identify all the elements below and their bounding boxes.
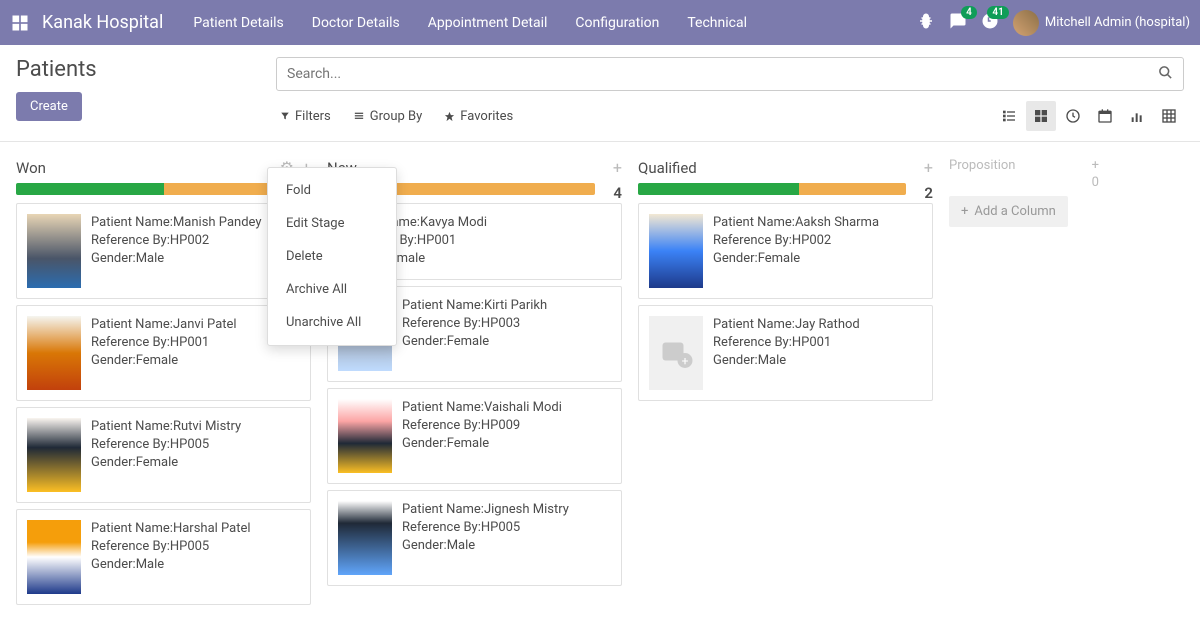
svg-text:+: + xyxy=(682,354,689,368)
column-count: 4 xyxy=(613,184,622,202)
view-kanban-icon[interactable] xyxy=(1026,101,1056,131)
patient-thumb xyxy=(27,214,81,288)
patient-thumb xyxy=(27,520,81,594)
card-info: Patient Name:Kirti ParikhReference By:HP… xyxy=(402,297,547,371)
menu-fold[interactable]: Fold xyxy=(268,174,396,207)
zero-count: 0 xyxy=(1092,175,1099,190)
proposition-label: Proposition xyxy=(949,158,1016,190)
patient-thumb xyxy=(649,214,703,288)
groupby-label: Group By xyxy=(370,109,423,124)
nav-doctor-details[interactable]: Doctor Details xyxy=(312,15,400,31)
nav-technical[interactable]: Technical xyxy=(687,15,747,31)
plus-icon[interactable]: + xyxy=(613,158,622,177)
search-input[interactable] xyxy=(287,66,1158,82)
view-pivot-icon[interactable] xyxy=(1154,101,1184,131)
card-info: Patient Name:Aaksh SharmaReference By:HP… xyxy=(713,214,879,288)
card-info: Patient Name:Harshal PatelReference By:H… xyxy=(91,520,251,594)
chat-badge: 4 xyxy=(961,6,977,19)
patient-card[interactable]: Patient Name:Rutvi MistryReference By:HP… xyxy=(16,407,311,503)
filters-button[interactable]: Filters xyxy=(280,109,331,124)
search-icon[interactable] xyxy=(1158,65,1173,84)
bug-icon[interactable] xyxy=(917,12,935,34)
patient-thumb xyxy=(27,418,81,492)
patient-card[interactable]: Patient Name:Vaishali ModiReference By:H… xyxy=(327,388,622,484)
card-info: Patient Name:Janvi PatelReference By:HP0… xyxy=(91,316,237,390)
nav-patient-details[interactable]: Patient Details xyxy=(193,15,283,31)
column-title: Won xyxy=(16,159,46,177)
favorites-label: Favorites xyxy=(460,109,513,124)
plus-icon: + xyxy=(961,204,968,219)
filters-label: Filters xyxy=(295,109,331,124)
search-box[interactable] xyxy=(276,57,1184,91)
placeholder-image-icon: + xyxy=(649,316,703,390)
patient-card[interactable]: Patient Name:Jignesh MistryReference By:… xyxy=(327,490,622,586)
view-list-icon[interactable] xyxy=(994,101,1024,131)
patient-thumb xyxy=(338,501,392,575)
card-info: Patient Name:Rutvi MistryReference By:HP… xyxy=(91,418,241,492)
page-title: Patients xyxy=(16,57,276,82)
menu-archive-all[interactable]: Archive All xyxy=(268,273,396,306)
column-count: 2 xyxy=(924,184,933,202)
patient-card[interactable]: Patient Name:Harshal PatelReference By:H… xyxy=(16,509,311,605)
view-graph-icon[interactable] xyxy=(1122,101,1152,131)
subheader: Patients Create Filters Group By xyxy=(0,45,1200,131)
card-info: Patient Name:Manish PandeyReference By:H… xyxy=(91,214,262,288)
view-calendar-icon[interactable] xyxy=(1090,101,1120,131)
menu-delete[interactable]: Delete xyxy=(268,240,396,273)
kanban-column: Qualified +2 Patient Name:Aaksh SharmaRefe… xyxy=(638,158,933,407)
apps-icon[interactable] xyxy=(10,13,30,33)
card-info: Patient Name:Vaishali ModiReference By:H… xyxy=(402,399,562,473)
plus-icon[interactable]: + xyxy=(924,158,933,177)
add-column-area: Proposition +0 +Add a Column xyxy=(949,158,1099,227)
patient-card[interactable]: Patient Name:Aaksh SharmaReference By:HP… xyxy=(638,203,933,299)
patient-thumb xyxy=(27,316,81,390)
nav-appointment-detail[interactable]: Appointment Detail xyxy=(428,15,548,31)
activity-badge: 41 xyxy=(987,6,1008,19)
nav-items: Patient Details Doctor Details Appointme… xyxy=(193,15,747,31)
favorites-button[interactable]: Favorites xyxy=(444,109,513,124)
column-title: Qualified xyxy=(638,159,697,177)
card-info: Patient Name:Jignesh MistryReference By:… xyxy=(402,501,569,575)
view-activity-icon[interactable] xyxy=(1058,101,1088,131)
kanban-board: Won⚙+Patient Name:Manish PandeyReference… xyxy=(0,141,1200,627)
nav-configuration[interactable]: Configuration xyxy=(575,15,659,31)
menu-edit-stage[interactable]: Edit Stage xyxy=(268,207,396,240)
menu-unarchive-all[interactable]: Unarchive All xyxy=(268,306,396,339)
chat-icon[interactable]: 4 xyxy=(949,12,967,34)
activity-icon[interactable]: 41 xyxy=(981,12,999,34)
view-switcher xyxy=(994,101,1184,131)
progress-bar[interactable] xyxy=(638,183,906,195)
user-menu[interactable]: Mitchell Admin (hospital) xyxy=(1013,10,1190,36)
plus-icon[interactable]: + xyxy=(1092,158,1099,173)
groupby-button[interactable]: Group By xyxy=(353,109,423,124)
brand-title[interactable]: Kanak Hospital xyxy=(42,12,163,33)
column-context-menu: Fold Edit Stage Delete Archive All Unarc… xyxy=(267,167,397,346)
card-info: Patient Name:Jay RathodReference By:HP00… xyxy=(713,316,860,390)
avatar xyxy=(1013,10,1039,36)
add-column-button[interactable]: +Add a Column xyxy=(949,196,1068,227)
user-name: Mitchell Admin (hospital) xyxy=(1045,15,1190,30)
top-nav: Kanak Hospital Patient Details Doctor De… xyxy=(0,0,1200,45)
patient-thumb xyxy=(338,399,392,473)
create-button[interactable]: Create xyxy=(16,92,82,121)
patient-card[interactable]: + Patient Name:Jay RathodReference By:HP0… xyxy=(638,305,933,401)
